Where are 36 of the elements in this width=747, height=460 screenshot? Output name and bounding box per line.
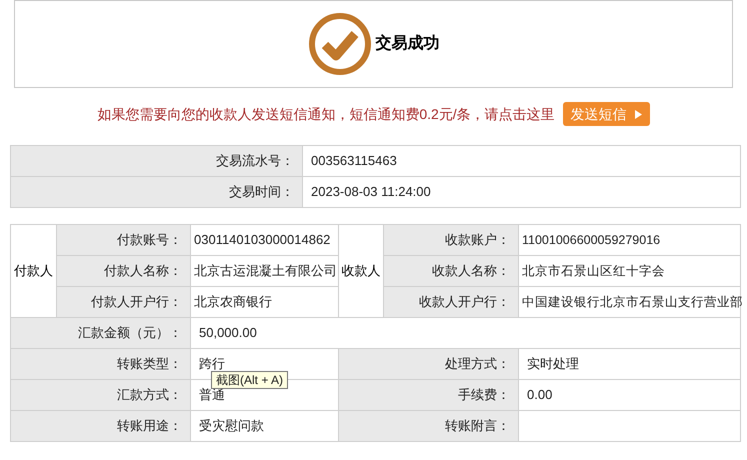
field-label: 汇款方式： [117, 387, 182, 402]
field-value: 受灾慰问款 [199, 418, 264, 434]
field-value: 跨行 [199, 356, 225, 372]
field-label: 汇款金额（元）： [78, 325, 182, 340]
field-label: 交易流水号： [216, 153, 294, 168]
field-value: 11001006600059279016 [522, 232, 660, 247]
field-label: 转账用途： [117, 418, 182, 434]
field-label: 交易时间： [229, 184, 294, 200]
field-value: 003563115463 [311, 153, 397, 168]
payer-heading: 付款人 [14, 263, 53, 278]
field-value: 2023-08-03 11:24:00 [311, 184, 431, 200]
field-label: 付款人开户行： [91, 294, 182, 310]
field-value: 0.00 [527, 387, 552, 402]
tooltip: 截图(Alt + A) [211, 371, 288, 389]
field-label: 付款账号： [117, 232, 182, 248]
payee-heading: 收款人 [342, 263, 380, 278]
play-icon [634, 110, 642, 118]
field-value: 50,000.00 [199, 325, 257, 340]
check-icon [308, 12, 372, 76]
field-value: 0301140103000014862 [194, 232, 330, 248]
sms-notice: 如果您需要向您的收款人发送短信通知，短信通知费0.2元/条，请点击这里 [97, 104, 555, 124]
field-label: 处理方式： [445, 356, 510, 372]
field-value: 北京市石景山区红十字会 [522, 264, 665, 278]
field-value: 北京古运混凝土有限公司 [194, 263, 337, 278]
field-label: 手续费： [458, 387, 510, 402]
field-value: 北京农商银行 [194, 294, 272, 310]
field-label: 收款人开户行： [419, 294, 510, 310]
result-title: 交易成功 [376, 33, 440, 54]
field-value: 实时处理 [527, 356, 579, 372]
field-value: 中国建设银行北京市石景山支行营业部 [522, 294, 743, 309]
send-sms-button[interactable]: 发送短信 [562, 102, 650, 126]
field-label: 转账附言： [445, 418, 510, 434]
field-label: 付款人名称： [104, 263, 182, 278]
field-label: 收款账户： [445, 232, 510, 248]
field-label: 收款人名称： [432, 263, 510, 278]
field-label: 转账类型： [117, 356, 182, 372]
